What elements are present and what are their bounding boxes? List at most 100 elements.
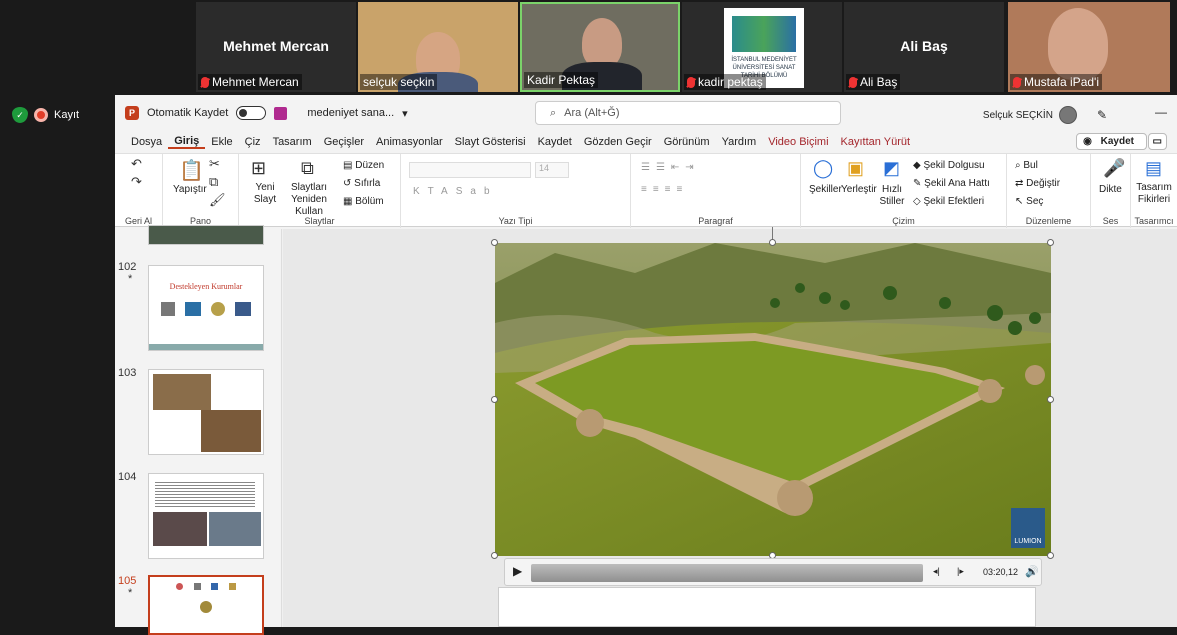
participant-tile-active[interactable]: Kadir Pektaş <box>520 2 680 92</box>
save-icon[interactable] <box>274 106 288 120</box>
tab-help[interactable]: Yardım <box>716 136 763 148</box>
format-painter-icon[interactable]: 🖌 <box>209 192 226 208</box>
shape-effects-button[interactable]: ◇ Şekil Efektleri <box>913 196 984 207</box>
tab-video-format[interactable]: Video Biçimi <box>762 136 834 148</box>
zoom-status-bar: ✓ Kayıt <box>0 95 115 135</box>
font-size-select[interactable]: 14 <box>535 162 569 178</box>
video-progress-bar[interactable] <box>531 564 923 582</box>
shapes-button[interactable]: Şekiller <box>809 184 842 195</box>
lumion-logo: LUMION <box>1011 508 1045 548</box>
design-ideas-button[interactable]: Tasarım Fikirleri <box>1133 182 1175 206</box>
zoom-left-area <box>0 135 115 627</box>
zoom-gallery: Mehmet Mercan Mehmet Mercan selçuk seçki… <box>0 0 1177 95</box>
quick-styles-icon[interactable]: ◩ <box>883 158 900 179</box>
tab-transitions[interactable]: Geçişler <box>318 136 370 148</box>
participant-tile[interactable]: İSTANBUL MEDENİYET ÜNİVERSİTESİ SANAT TA… <box>682 2 842 92</box>
font-name-select[interactable] <box>409 162 531 178</box>
reuse-slides-icon[interactable]: ⧉ <box>301 158 314 179</box>
pen-icon[interactable]: ✎ <box>1097 108 1107 122</box>
align-buttons[interactable]: ≡≡≡≡ <box>641 184 688 195</box>
layout-button[interactable]: ▤ Düzen <box>343 160 384 171</box>
video-time: 03:20,12 <box>983 567 1019 577</box>
user-name: Selçuk SEÇKİN <box>982 109 1053 121</box>
participant-label: Ali Baş <box>846 74 901 90</box>
tab-review[interactable]: Gözden Geçir <box>578 136 658 148</box>
resize-handle[interactable] <box>1047 552 1054 559</box>
account-area[interactable]: Selçuk SEÇKİN ✎ <box>983 106 1107 124</box>
resize-handle[interactable] <box>1047 396 1054 403</box>
tab-draw[interactable]: Çiz <box>239 136 267 148</box>
volume-icon[interactable]: 🔊 <box>1025 565 1039 578</box>
editing-group: ⌕ Bul ⇄ Değiştir ↖ Seç Düzenleme <box>1007 154 1091 228</box>
shape-outline-button[interactable]: ✎ Şekil Ana Hattı <box>913 178 990 189</box>
microphone-icon[interactable]: 🎤 <box>1103 158 1125 179</box>
mic-muted-icon <box>687 76 695 88</box>
slide-thumbnail[interactable] <box>148 225 264 245</box>
reset-button[interactable]: ↺ Sıfırla <box>343 178 380 189</box>
copy-icon[interactable]: ⧉ <box>209 174 218 190</box>
dictate-button[interactable]: Dikte <box>1099 184 1122 195</box>
shape-fill-button[interactable]: ◆ Şekil Dolgusu <box>913 160 985 171</box>
font-format-buttons[interactable]: KTASab <box>413 186 498 197</box>
select-button[interactable]: ↖ Seç <box>1015 196 1043 207</box>
replace-button[interactable]: ⇄ Değiştir <box>1015 178 1060 189</box>
slide-thumbnail[interactable] <box>148 369 264 455</box>
shapes-icon[interactable]: ◯ <box>813 158 833 179</box>
tab-animations[interactable]: Animasyonlar <box>370 136 449 148</box>
section-button[interactable]: ▦ Bölüm <box>343 196 384 207</box>
avatar[interactable] <box>1058 106 1077 124</box>
reuse-slides-button[interactable]: Slaytları Yeniden Kullan <box>279 182 339 218</box>
tab-design[interactable]: Tasarım <box>267 136 318 148</box>
tab-record[interactable]: Kaydet <box>532 136 578 148</box>
cut-icon[interactable]: ✂ <box>209 156 220 172</box>
tab-slideshow[interactable]: Slayt Gösterisi <box>449 136 532 148</box>
save-button[interactable]: ◉ Kaydet <box>1076 133 1147 150</box>
new-slide-button[interactable]: Yeni Slayt <box>251 182 279 206</box>
participant-tile[interactable]: Mustafa iPad'i <box>1008 2 1170 92</box>
participant-tile[interactable]: selçuk seçkin <box>358 2 518 92</box>
slide-thumbnail[interactable]: Destekleyen Kurumlar <box>148 265 264 351</box>
tab-file[interactable]: Dosya <box>125 136 168 148</box>
file-name[interactable]: medeniyet sana... <box>307 107 394 119</box>
rewind-icon[interactable]: ◂| <box>933 566 940 577</box>
list-buttons[interactable]: ☰☰⇤⇥ <box>641 162 700 173</box>
resize-handle[interactable] <box>491 239 498 246</box>
minimize-icon[interactable]: — <box>1155 105 1167 119</box>
resize-handle[interactable] <box>769 239 776 246</box>
play-icon[interactable]: ▶ <box>513 564 522 578</box>
chevron-down-icon[interactable]: ▾ <box>402 107 408 120</box>
tab-playback[interactable]: Kayıttan Yürüt <box>835 136 917 148</box>
comment-icon[interactable]: ▭ <box>1147 133 1167 150</box>
title-bar: P Otomatik Kaydet medeniyet sana... ▾ ⌕ … <box>115 95 1177 131</box>
tab-home[interactable]: Giriş <box>168 135 206 149</box>
autosave-toggle[interactable] <box>236 106 267 120</box>
find-button[interactable]: ⌕ Bul <box>1015 160 1038 171</box>
resize-handle[interactable] <box>491 552 498 559</box>
video-controls: ▶ ◂| |▸ 03:20,12 🔊 <box>504 558 1042 586</box>
animation-star: * <box>128 273 133 285</box>
participant-tile[interactable]: Mehmet Mercan Mehmet Mercan <box>196 2 356 92</box>
paste-icon[interactable]: 📋 <box>179 158 204 183</box>
video-frame[interactable]: LUMION <box>495 243 1051 556</box>
slide-thumbnail[interactable] <box>148 473 264 559</box>
slide-thumbnail-selected[interactable] <box>148 575 264 635</box>
arrange-button[interactable]: Yerleştir <box>841 184 877 195</box>
redo-icon[interactable]: ↷ <box>131 174 142 190</box>
new-slide-icon[interactable]: ⊞ <box>251 158 266 179</box>
tab-insert[interactable]: Ekle <box>205 136 238 148</box>
font-group: 14 KTASab Yazı Tipi <box>401 154 631 228</box>
search-input[interactable]: ⌕ Ara (Alt+Ğ) <box>535 101 841 125</box>
paste-button[interactable]: Yapıştır <box>173 184 207 195</box>
resize-handle[interactable] <box>491 396 498 403</box>
forward-icon[interactable]: |▸ <box>957 566 964 577</box>
arrange-icon[interactable]: ▣ <box>847 158 864 179</box>
quick-styles-button[interactable]: Hızlı Stiller <box>877 184 907 208</box>
participant-name: Ali Baş <box>900 38 948 54</box>
security-shield-icon[interactable]: ✓ <box>12 107 28 123</box>
slide-number: 103 <box>118 367 137 379</box>
participant-tile[interactable]: Ali Baş Ali Baş <box>844 2 1004 92</box>
tab-view[interactable]: Görünüm <box>658 136 716 148</box>
resize-handle[interactable] <box>1047 239 1054 246</box>
design-ideas-icon[interactable]: ▤ <box>1145 158 1162 179</box>
undo-icon[interactable]: ↶ <box>131 156 142 172</box>
